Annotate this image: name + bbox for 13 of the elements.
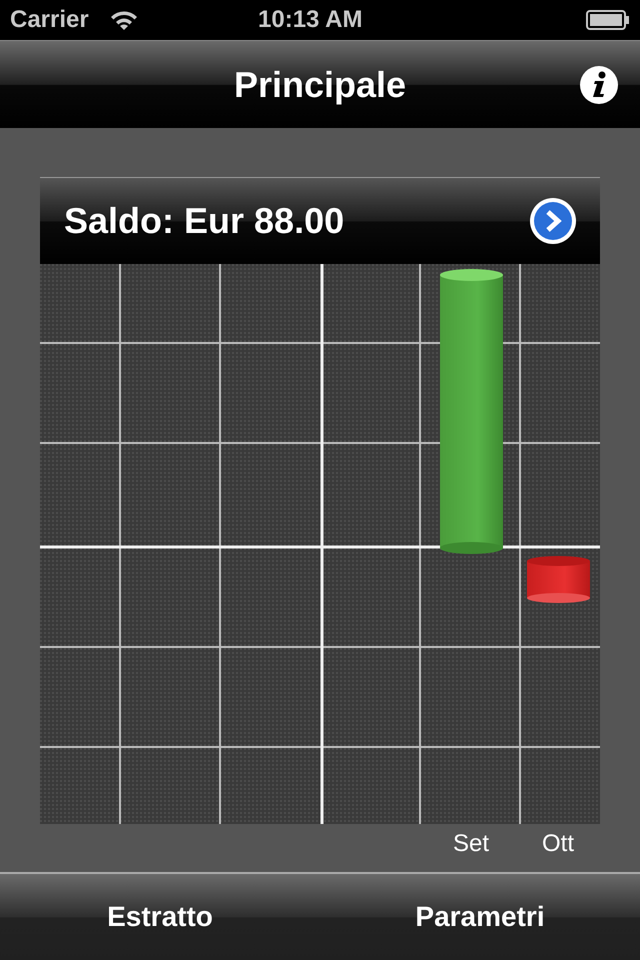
info-button[interactable] (580, 66, 618, 104)
nav-title: Principale (234, 62, 406, 106)
details-button[interactable] (530, 198, 576, 244)
chevron-right-icon (533, 201, 573, 241)
axis-label: Set (452, 829, 490, 859)
battery-icon (586, 10, 630, 30)
carrier-name: Carrier (10, 5, 89, 35)
tab-button[interactable]: Estratto (0, 874, 320, 960)
balance-text: Saldo: Eur 88.00 (64, 199, 344, 243)
axis-label: Ott (542, 829, 574, 859)
tab-button[interactable]: Parametri (320, 874, 640, 960)
clock-time: 10:13 AM (258, 5, 362, 35)
bar (527, 556, 590, 603)
